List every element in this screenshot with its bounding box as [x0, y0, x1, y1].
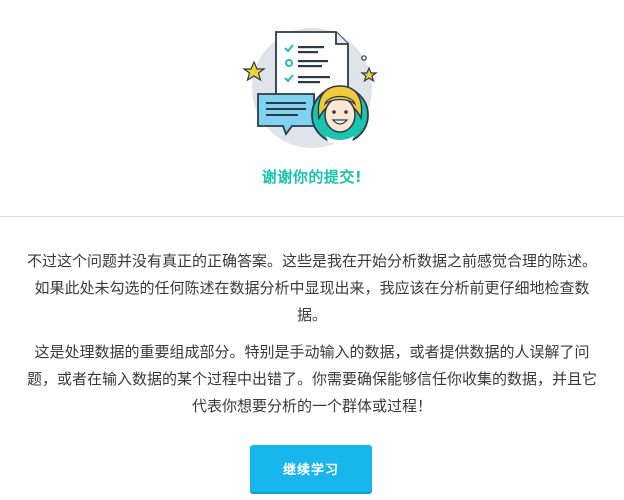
- thanks-message: 谢谢你的提交!: [261, 168, 363, 186]
- survey-checklist-person-icon: [242, 28, 378, 148]
- submission-header: 谢谢你的提交!: [0, 0, 624, 217]
- feedback-paragraph-1: 不过这个问题并没有真正的正确答案。这些是我在开始分析数据之前感觉合理的陈述。如果…: [26, 252, 597, 324]
- feedback-paragraph-2: 这是处理数据的重要组成部分。特别是手动输入的数据，或者提供数据的人误解了问题，或…: [26, 343, 597, 415]
- continue-learning-button[interactable]: 继续学习: [250, 445, 372, 492]
- feedback-content: 不过这个问题并没有真正的正确答案。这些是我在开始分析数据之前感觉合理的陈述。如果…: [26, 248, 598, 430]
- section-divider: [0, 216, 624, 217]
